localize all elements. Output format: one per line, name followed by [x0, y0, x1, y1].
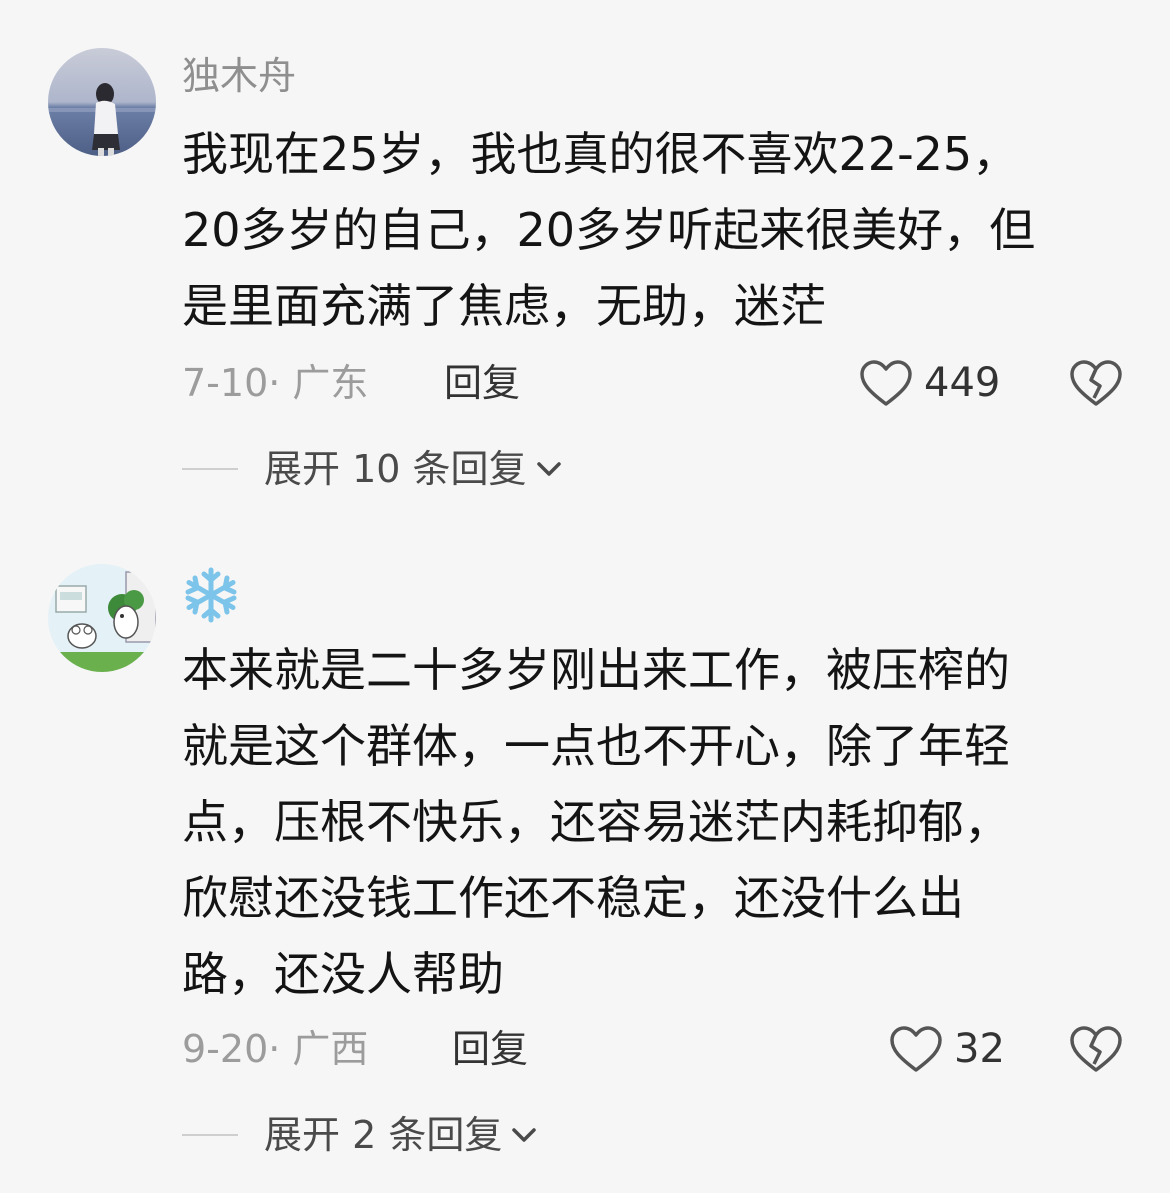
expand-replies-label: 展开 10 条回复: [264, 447, 527, 491]
expand-replies[interactable]: 展开 10 条回复: [182, 444, 563, 494]
avatar[interactable]: [48, 564, 156, 672]
reply-button[interactable]: 回复: [452, 1024, 528, 1074]
comment-text: 本来就是二十多岁刚出来工作，被压榨的 就是这个群体，一点也不开心，除了年轻 点，…: [182, 632, 1142, 1012]
comment-text-line: 点，压根不快乐，还容易迷茫内耗抑郁，: [182, 795, 1010, 849]
like-button[interactable]: 32: [888, 1024, 1005, 1074]
comment-text-line: 是里面充满了焦虑，无助，迷茫: [182, 279, 826, 333]
comment-text-line: 20多岁的自己，20多岁听起来很美好，但: [182, 203, 1036, 257]
like-count: 32: [954, 1026, 1005, 1072]
snowflake-icon[interactable]: [182, 566, 240, 624]
comment-text-line: 我现在25岁，我也真的很不喜欢22-25，: [182, 127, 1019, 181]
date-location: 7-10· 广东: [182, 361, 369, 405]
chevron-down-icon: [512, 1128, 537, 1142]
comment-2: 本来就是二十多岁刚出来工作，被压榨的 就是这个群体，一点也不开心，除了年轻 点，…: [0, 520, 1170, 1193]
comment-text-line: 路，还没人帮助: [182, 947, 504, 1001]
heart-icon: [890, 1026, 942, 1072]
dislike-broken-heart-icon[interactable]: [1068, 358, 1124, 408]
username[interactable]: 独木舟: [182, 52, 296, 100]
chevron-down-icon: [536, 462, 561, 476]
comment-text-line: 本来就是二十多岁刚出来工作，被压榨的: [182, 643, 1010, 697]
comment-1: 独木舟 我现在25岁，我也真的很不喜欢22-25， 20多岁的自己，20多岁听起…: [0, 0, 1170, 520]
divider-line: [182, 468, 238, 470]
like-button[interactable]: 449: [858, 358, 1000, 408]
comment-text: 我现在25岁，我也真的很不喜欢22-25， 20多岁的自己，20多岁听起来很美好…: [182, 116, 1142, 344]
comment-text-line: 就是这个群体，一点也不开心，除了年轻: [182, 719, 1010, 773]
dislike-broken-heart-icon[interactable]: [1068, 1024, 1124, 1074]
date-location: 9-20· 广西: [182, 1027, 369, 1071]
like-count: 449: [924, 360, 1001, 406]
reply-button[interactable]: 回复: [444, 358, 520, 408]
comment-text-line: 欣慰还没钱工作还不稳定，还没什么出: [182, 871, 964, 925]
avatar[interactable]: [48, 48, 156, 156]
expand-replies[interactable]: 展开 2 条回复: [182, 1110, 538, 1160]
heart-icon: [860, 360, 912, 406]
divider-line: [182, 1134, 238, 1136]
expand-replies-label: 展开 2 条回复: [264, 1113, 503, 1157]
